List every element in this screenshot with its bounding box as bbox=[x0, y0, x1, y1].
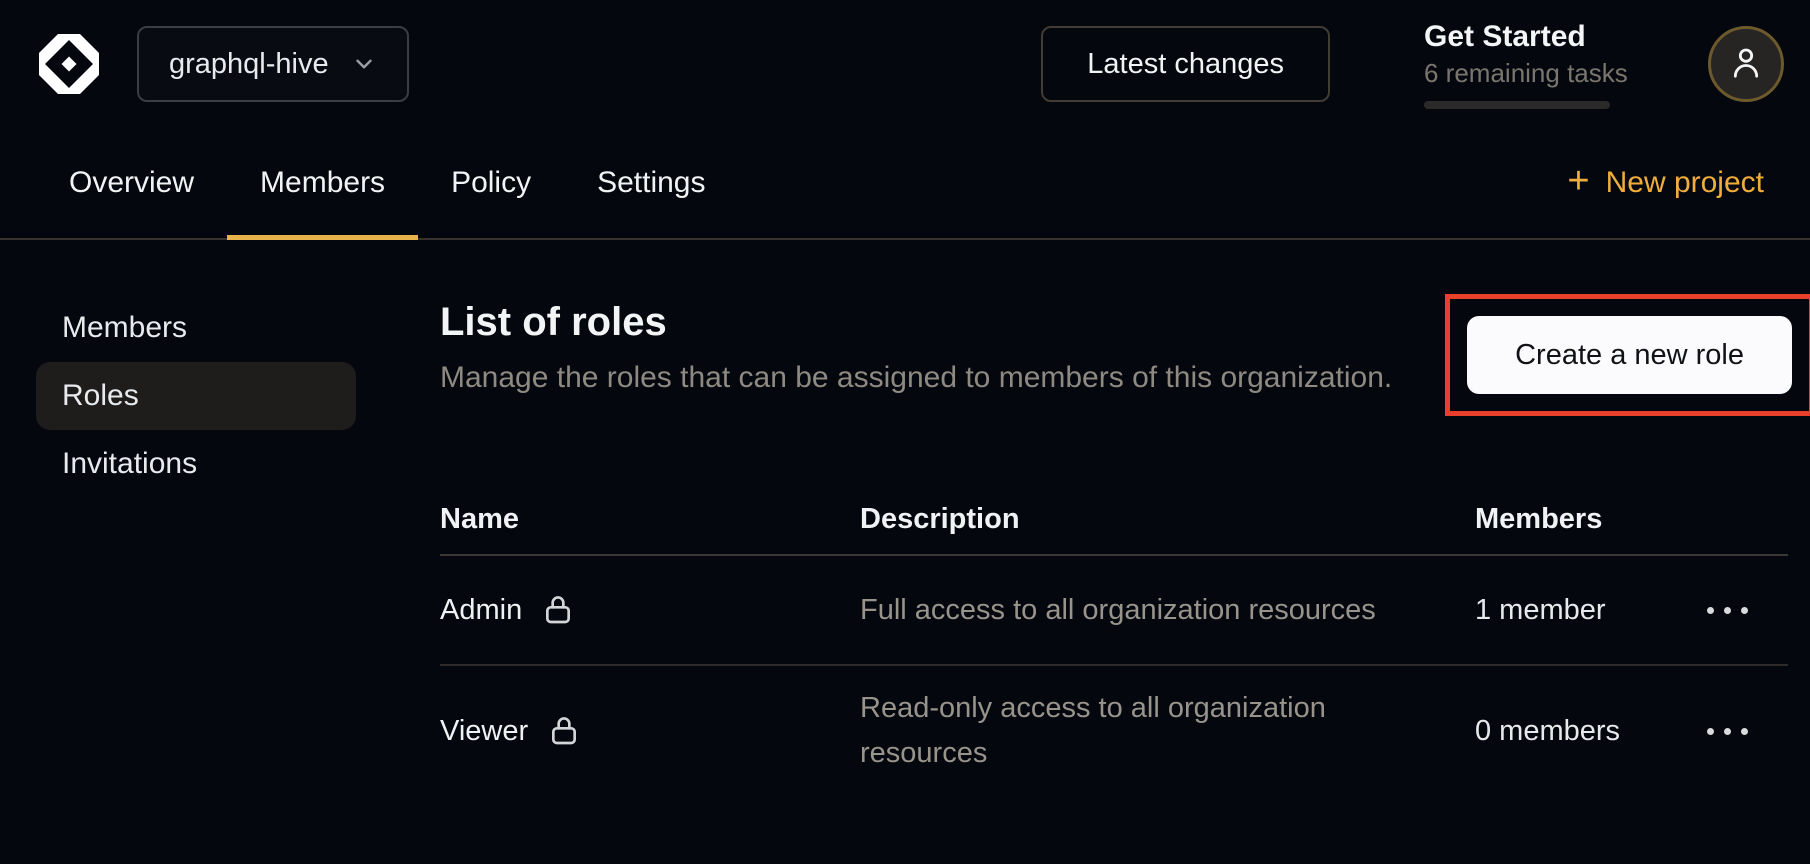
tab-members[interactable]: Members bbox=[227, 128, 418, 238]
table-row-admin: Admin Full access to all organization re… bbox=[440, 556, 1788, 666]
lock-icon bbox=[548, 713, 580, 749]
new-project-link[interactable]: + New project bbox=[1557, 128, 1774, 238]
row-menu-ellipsis-icon[interactable] bbox=[1707, 599, 1748, 622]
roles-table: Name Description Members Admin Full bbox=[440, 484, 1788, 796]
role-description: Full access to all organization resource… bbox=[860, 588, 1420, 633]
column-header-members: Members bbox=[1475, 503, 1707, 536]
tab-policy[interactable]: Policy bbox=[418, 128, 564, 238]
chevron-down-icon bbox=[351, 51, 377, 77]
org-selector-dropdown[interactable]: graphql-hive bbox=[137, 26, 409, 102]
top-header: graphql-hive Latest changes Get Started … bbox=[0, 0, 1810, 128]
latest-changes-button[interactable]: Latest changes bbox=[1041, 26, 1330, 102]
role-name: Viewer bbox=[440, 715, 528, 748]
column-header-description: Description bbox=[860, 503, 1475, 536]
tabbar-spacer bbox=[739, 128, 1558, 238]
lock-icon bbox=[542, 592, 574, 628]
tab-overview[interactable]: Overview bbox=[36, 128, 227, 238]
role-member-count: 1 member bbox=[1475, 594, 1606, 626]
plus-icon: + bbox=[1567, 162, 1589, 200]
column-header-name: Name bbox=[440, 503, 860, 536]
subnav-item-members[interactable]: Members bbox=[36, 294, 356, 362]
roles-panel: List of roles Manage the roles that can … bbox=[440, 294, 1788, 796]
role-description: Read-only access to all organization res… bbox=[860, 686, 1420, 776]
row-menu-ellipsis-icon[interactable] bbox=[1707, 720, 1748, 743]
org-selector-label: graphql-hive bbox=[169, 48, 329, 81]
page-content: Members Roles Invitations List of roles … bbox=[0, 240, 1810, 796]
roles-table-header-row: Name Description Members bbox=[440, 484, 1788, 556]
get-started-widget[interactable]: Get Started 6 remaining tasks bbox=[1424, 20, 1610, 109]
get-started-subtitle: 6 remaining tasks bbox=[1424, 58, 1610, 89]
create-new-role-button[interactable]: Create a new role bbox=[1467, 316, 1792, 394]
role-name: Admin bbox=[440, 594, 522, 627]
roles-panel-header: List of roles Manage the roles that can … bbox=[440, 300, 1788, 450]
org-tabbar: Overview Members Policy Settings + New p… bbox=[0, 128, 1810, 240]
subnav-item-roles[interactable]: Roles bbox=[36, 362, 356, 430]
members-subnav: Members Roles Invitations bbox=[36, 294, 356, 796]
hive-logo-icon[interactable] bbox=[36, 31, 102, 97]
table-row-viewer: Viewer Read-only access to all organizat… bbox=[440, 666, 1788, 796]
tab-settings[interactable]: Settings bbox=[564, 128, 738, 238]
person-icon bbox=[1726, 42, 1766, 87]
user-avatar[interactable] bbox=[1708, 26, 1784, 102]
get-started-progressbar bbox=[1424, 101, 1610, 109]
subnav-item-invitations[interactable]: Invitations bbox=[36, 430, 356, 498]
get-started-title: Get Started bbox=[1424, 20, 1610, 54]
new-project-label: New project bbox=[1606, 166, 1764, 200]
role-member-count: 0 members bbox=[1475, 715, 1620, 747]
annotation-highlight-box: Create a new role bbox=[1445, 294, 1810, 416]
